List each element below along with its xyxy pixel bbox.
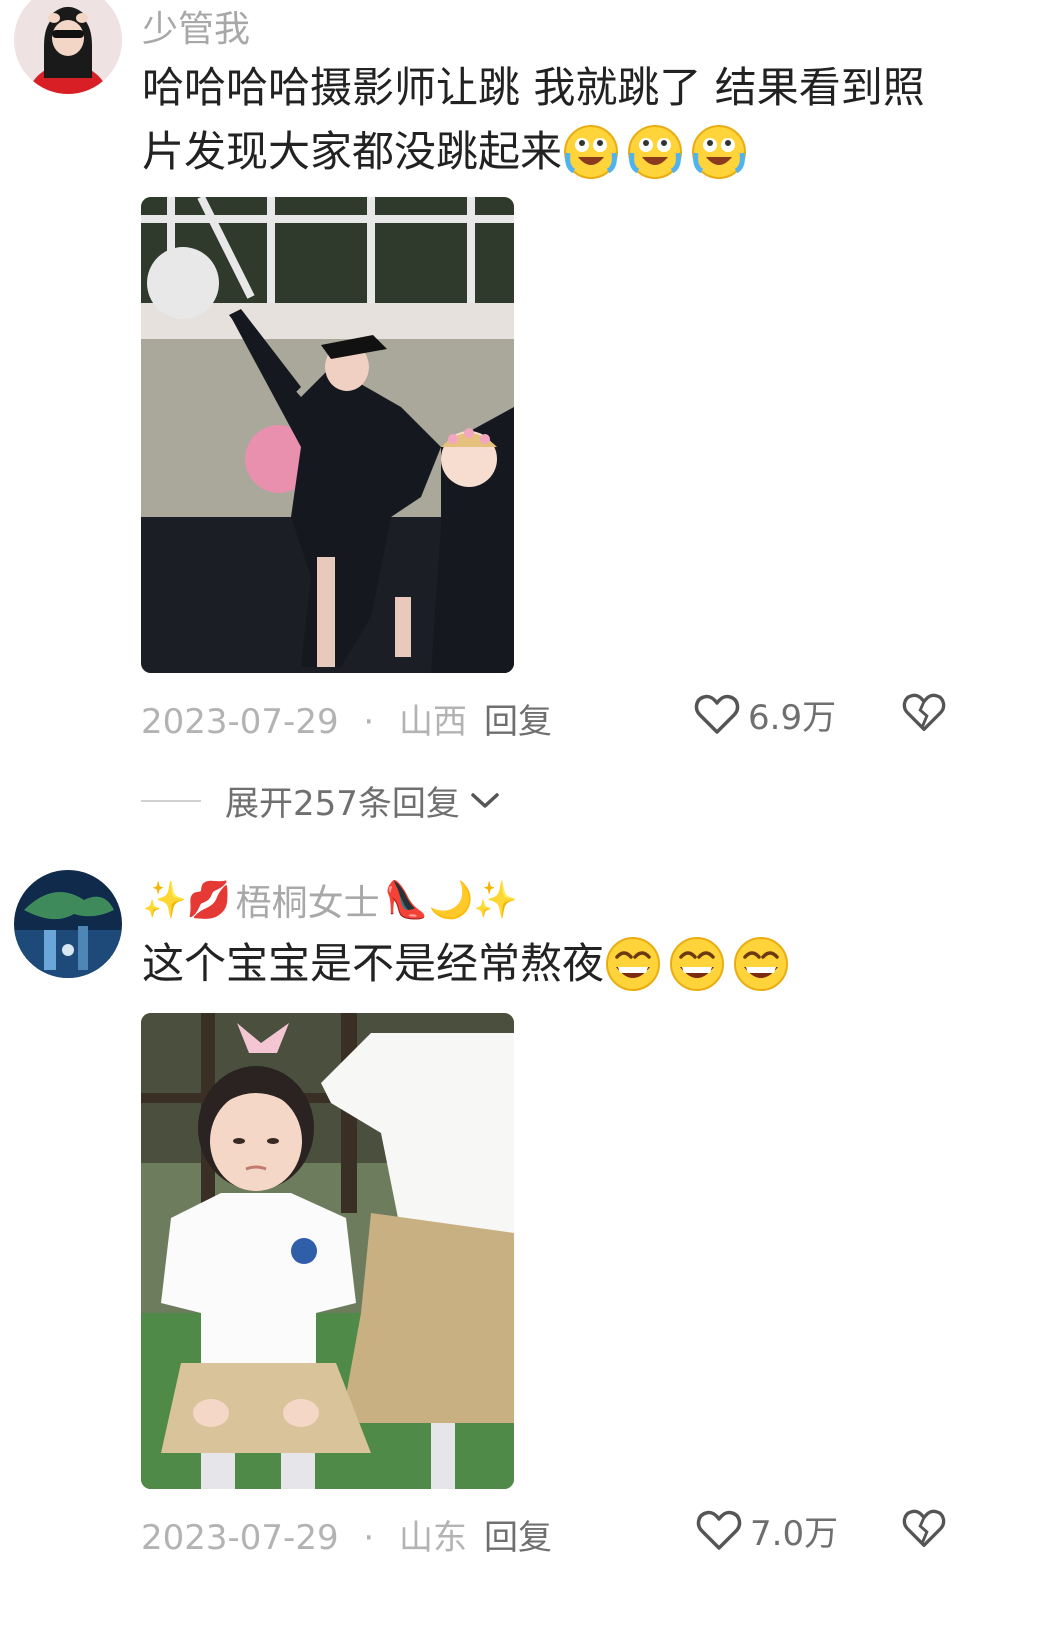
comment-text-line: 哈哈哈哈摄影师让跳 我就跳了 结果看到照 (142, 63, 925, 112)
chevron-down-icon (471, 792, 499, 808)
username[interactable]: 少管我 (142, 0, 250, 52)
reply-button[interactable]: 回复 (484, 694, 552, 743)
grinning-squint-emoji-icon (606, 937, 661, 991)
broken-heart-icon (902, 1509, 946, 1547)
like-count: 6.9万 (748, 698, 837, 738)
comment-item: 少管我 哈哈哈哈摄影师让跳 我就跳了 结果看到照 片发现大家都没跳起来 2023… (0, 0, 1046, 830)
username-text: 梧桐女士 (235, 883, 380, 924)
avatar[interactable] (14, 870, 122, 978)
comment-text: 哈哈哈哈摄影师让跳 我就跳了 结果看到照 片发现大家都没跳起来 (142, 56, 1022, 184)
username[interactable]: ✨💋 梧桐女士 👠🌙✨ (142, 874, 518, 926)
avatar[interactable] (14, 0, 122, 94)
divider-line (141, 799, 201, 802)
like-button[interactable]: 7.0万 (696, 1506, 838, 1555)
comment-meta: 2023-07-29 · 山西 (141, 694, 467, 743)
broken-heart-icon (902, 693, 946, 731)
comment-text: 这个宝宝是不是经常熬夜 (142, 932, 1022, 996)
grinning-squint-emoji-icon (734, 937, 789, 991)
heart-icon (694, 694, 740, 734)
comment-meta: 2023-07-29 · 山东 (141, 1510, 467, 1559)
comment-photo[interactable] (141, 1013, 514, 1489)
expand-replies-label: 展开257条回复 (225, 784, 460, 824)
comment-photo[interactable] (141, 197, 514, 673)
graduation-photo-image (141, 197, 514, 673)
meta-separator: · (363, 1518, 375, 1558)
comment-location: 山东 (399, 1518, 468, 1558)
avatar-image (14, 0, 122, 94)
comment-date: 2023-07-29 (141, 702, 339, 742)
crying-laugh-emoji-icon (628, 125, 683, 179)
username-prefix-emoji: ✨💋 (142, 880, 232, 921)
username-suffix-emoji: 👠🌙✨ (383, 880, 519, 921)
dislike-button[interactable] (902, 692, 946, 738)
children-photo-image (141, 1013, 514, 1489)
emoji-group (562, 123, 748, 181)
heart-icon (696, 1510, 742, 1550)
comment-item: ✨💋 梧桐女士 👠🌙✨ 这个宝宝是不是经常熬夜 2023-07-29 · 山东 … (0, 860, 1046, 1638)
grinning-squint-emoji-icon (670, 937, 725, 991)
like-button[interactable]: 6.9万 (694, 690, 836, 739)
comment-location: 山西 (399, 702, 468, 742)
crying-laugh-emoji-icon (564, 125, 619, 179)
avatar-image (14, 870, 122, 978)
comment-text-line: 这个宝宝是不是经常熬夜 (142, 939, 605, 988)
expand-replies-button[interactable]: 展开257条回复 (141, 776, 502, 825)
like-count: 7.0万 (750, 1514, 839, 1554)
comment-date: 2023-07-29 (141, 1518, 339, 1558)
dislike-button[interactable] (902, 1508, 946, 1554)
crying-laugh-emoji-icon (692, 125, 747, 179)
reply-button[interactable]: 回复 (484, 1510, 552, 1559)
emoji-group (604, 935, 790, 993)
comment-text-line-2: 片发现大家都没跳起来 (142, 120, 1022, 184)
meta-separator: · (363, 702, 375, 742)
comment-text-line: 片发现大家都没跳起来 (142, 127, 563, 176)
